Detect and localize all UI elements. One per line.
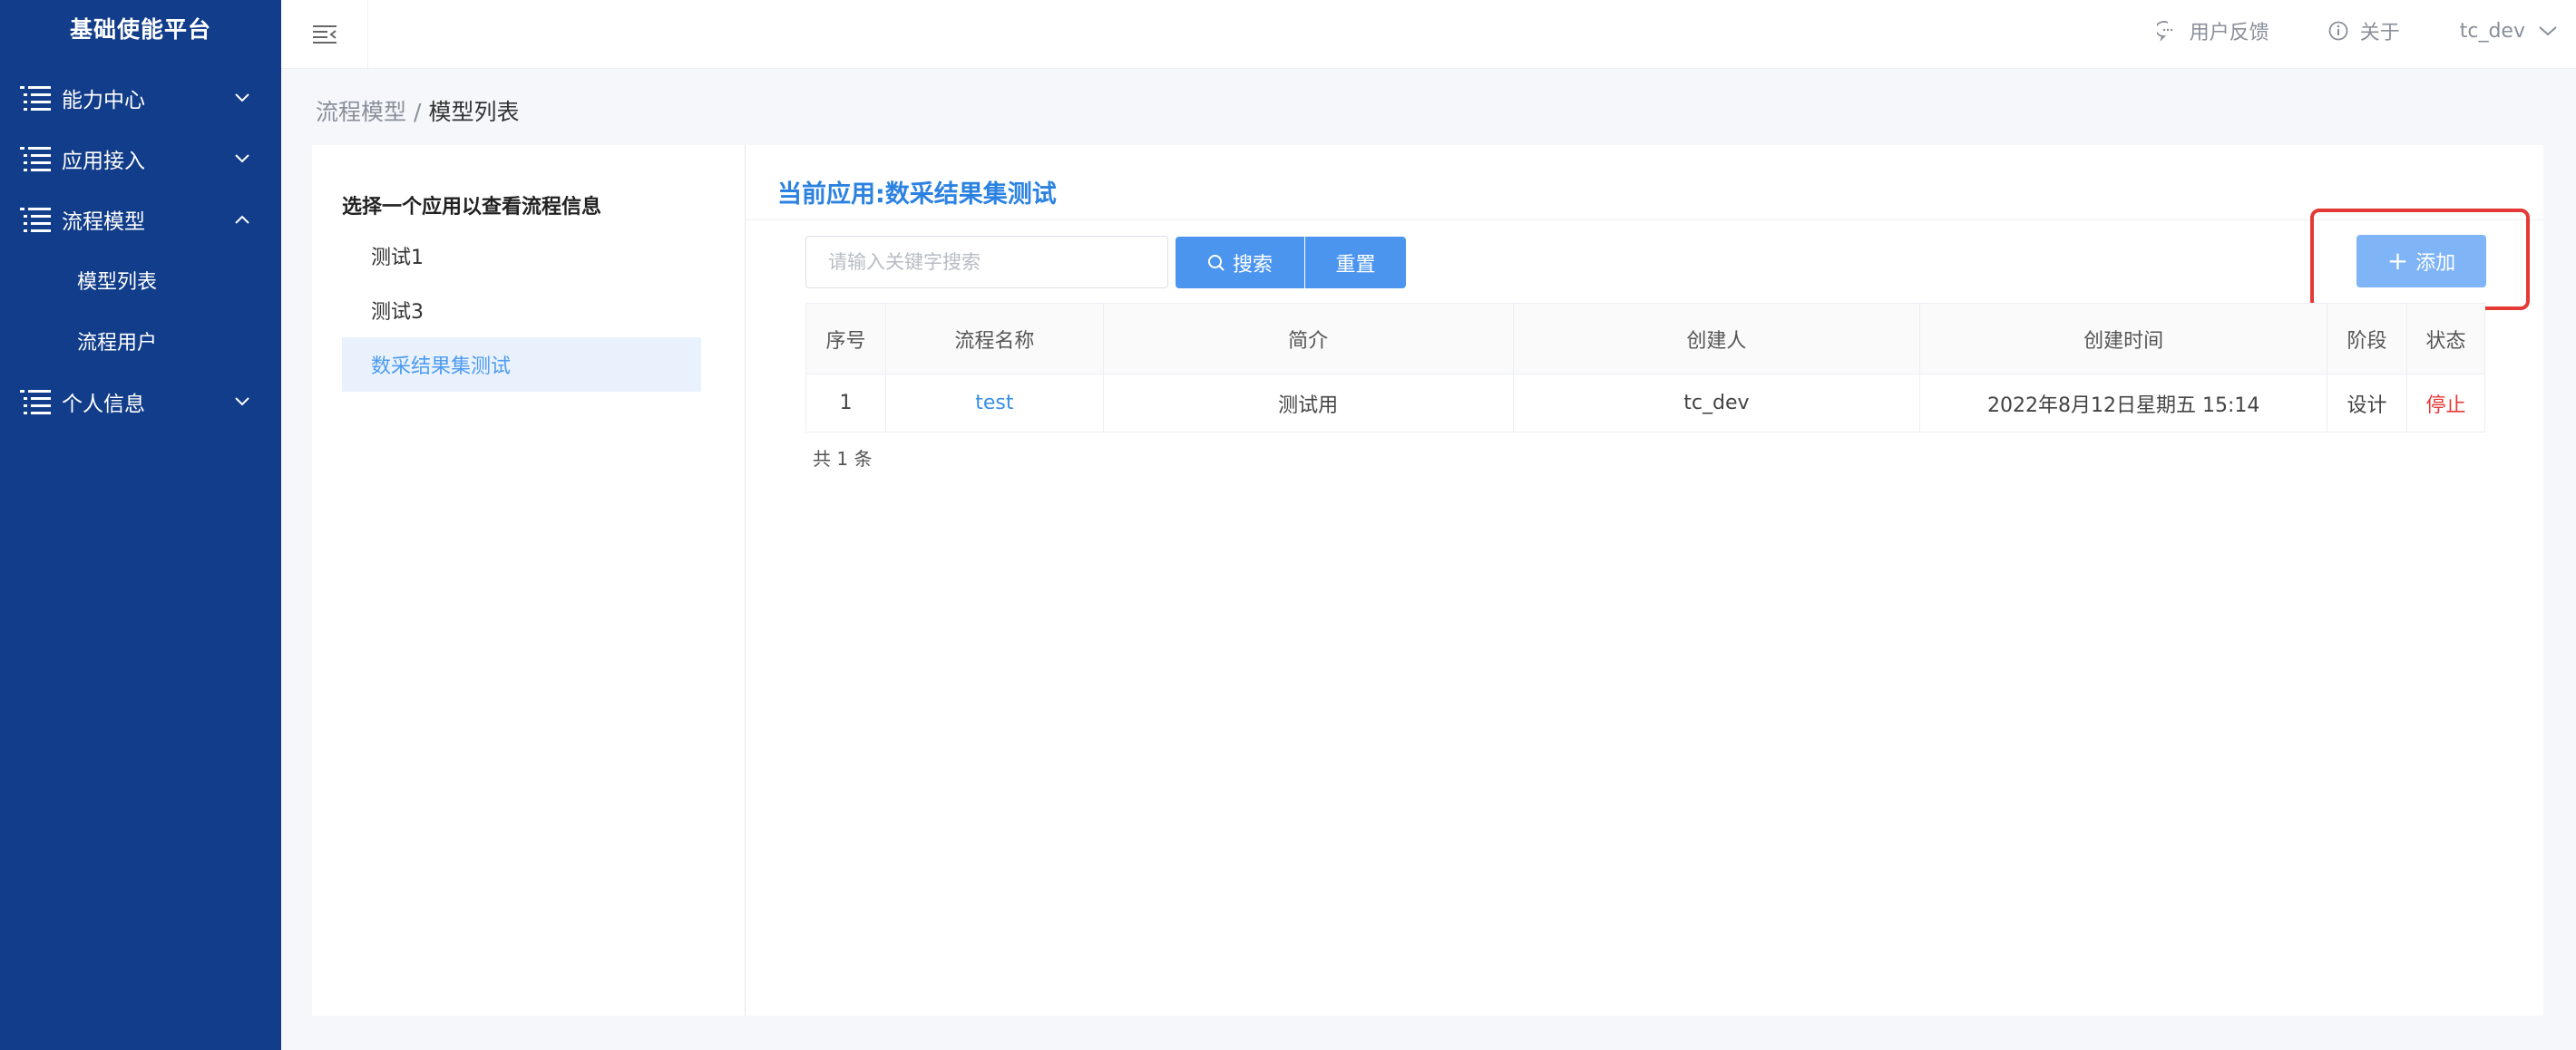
cell-status: 停止: [2406, 374, 2485, 433]
breadcrumb-separator: /: [414, 99, 422, 125]
sidebar-subitem-model-list[interactable]: 模型列表: [0, 249, 281, 310]
info-icon: [2328, 21, 2348, 41]
breadcrumb: 流程模型 / 模型列表: [316, 94, 519, 127]
sidebar-item-label: 流程模型: [62, 209, 145, 234]
app-item[interactable]: 测试1: [342, 228, 701, 283]
app-selector-panel: 选择一个应用以查看流程信息 测试1 测试3 数采结果集测试: [312, 145, 746, 1016]
about-label: 关于: [2359, 22, 2400, 44]
sidebar-item-label: 应用接入: [62, 149, 145, 173]
cell-creator: tc_dev: [1512, 374, 1921, 433]
sidebar-item-process-model[interactable]: 流程模型: [0, 189, 281, 249]
sidebar-item-label: 个人信息: [62, 392, 145, 416]
plus-icon: +: [2386, 246, 2409, 276]
add-button-label: 添加: [2415, 252, 2456, 275]
search-input[interactable]: [805, 236, 1168, 288]
app-selector-title: 选择一个应用以查看流程信息: [342, 196, 602, 219]
chevron-down-icon: [235, 92, 249, 102]
list-icon: [20, 146, 51, 171]
list-icon: [20, 85, 51, 111]
topbar: 用户反馈 关于 tc_dev: [281, 0, 2576, 69]
breadcrumb-current: 模型列表: [428, 99, 520, 125]
column-header-index: 序号: [805, 303, 886, 374]
add-button[interactable]: + 添加: [2356, 235, 2486, 287]
sidebar: 基础使能平台 能力中心 应用接入 流程模型 模型列表 流程用户 个人信息: [0, 0, 281, 1050]
chat-bubble-icon: [2156, 21, 2172, 42]
table-row: 1 test 测试用 tc_dev 2022年8月12日星期五 15:14 设计…: [805, 374, 2485, 433]
sidebar-item-personal-info[interactable]: 个人信息: [0, 371, 281, 432]
current-app-title: 当前应用:数采结果集测试: [777, 180, 1057, 209]
search-button-label: 搜索: [1232, 253, 1273, 277]
column-header-status: 状态: [2406, 303, 2485, 374]
chevron-up-icon: [235, 215, 249, 224]
column-header-creator: 创建人: [1512, 303, 1921, 374]
chevron-down-icon: [235, 153, 249, 162]
search-button[interactable]: 搜索: [1176, 237, 1304, 288]
process-table: 序号 流程名称 简介 创建人 创建时间 阶段 状态 1 test 测试用 tc_…: [805, 303, 2485, 433]
chevron-down-icon: [2539, 26, 2557, 36]
feedback-link[interactable]: 用户反馈: [2156, 16, 2269, 45]
username: tc_dev: [2459, 19, 2525, 43]
table-header-row: 序号 流程名称 简介 创建人 创建时间 阶段 状态: [805, 303, 2485, 374]
sidebar-item-label: 能力中心: [62, 88, 145, 112]
menu-fold-icon: [312, 25, 337, 44]
cell-description: 测试用: [1102, 374, 1514, 433]
breadcrumb-parent[interactable]: 流程模型: [316, 99, 406, 125]
sidebar-collapse-button[interactable]: [281, 0, 368, 69]
sidebar-item-app-access[interactable]: 应用接入: [0, 128, 281, 189]
column-header-name: 流程名称: [884, 303, 1104, 374]
main-card: 选择一个应用以查看流程信息 测试1 测试3 数采结果集测试 当前应用:数采结果集…: [312, 145, 2543, 1016]
feedback-label: 用户反馈: [2189, 22, 2269, 44]
topbar-actions: 用户反馈 关于 tc_dev: [2099, 0, 2558, 62]
sidebar-subitem-process-users[interactable]: 流程用户: [0, 310, 281, 371]
column-header-stage: 阶段: [2327, 303, 2407, 374]
search-icon: [1207, 254, 1225, 271]
cell-created-time: 2022年8月12日星期五 15:14: [1919, 374, 2328, 433]
divider: [746, 219, 2543, 220]
column-header-description: 简介: [1102, 303, 1514, 374]
cell-process-name-link[interactable]: test: [884, 374, 1104, 433]
app-item[interactable]: 测试3: [342, 283, 701, 337]
brand-title: 基础使能平台: [69, 16, 211, 43]
about-link[interactable]: 关于: [2327, 16, 2400, 45]
sidebar-item-capability-center[interactable]: 能力中心: [0, 67, 281, 128]
list-icon: [20, 389, 51, 414]
cell-stage: 设计: [2327, 374, 2407, 433]
total-count: 共 1 条: [813, 448, 873, 470]
process-list-panel: 当前应用:数采结果集测试 搜索 重置 + 添加 序号 流程名称 简介 创建人: [746, 145, 2543, 1016]
app-item-active[interactable]: 数采结果集测试: [342, 337, 701, 392]
chevron-down-icon: [235, 396, 249, 405]
column-header-created-time: 创建时间: [1919, 303, 2328, 374]
cell-index: 1: [805, 374, 886, 433]
user-menu[interactable]: tc_dev: [2460, 20, 2558, 43]
reset-button[interactable]: 重置: [1305, 237, 1406, 288]
list-icon: [20, 207, 51, 232]
